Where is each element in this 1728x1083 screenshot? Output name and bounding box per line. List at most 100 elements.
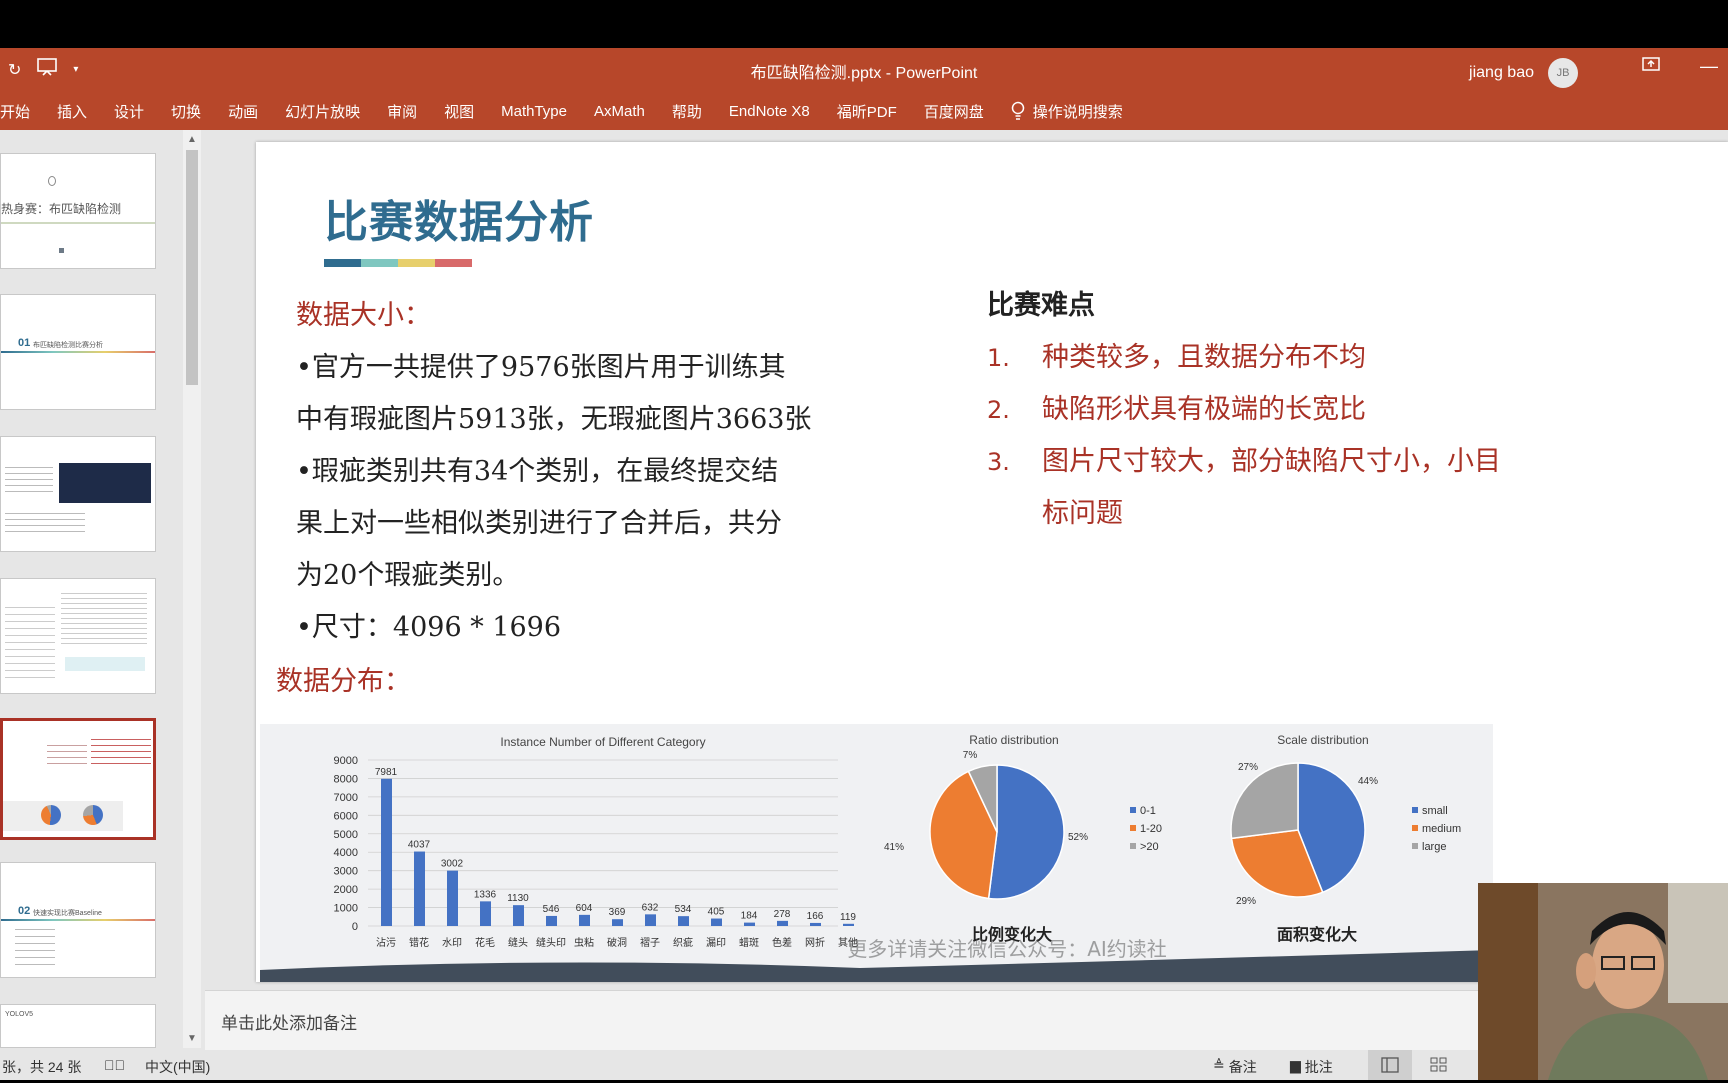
slide-canvas[interactable]: 比赛数据分析 数据大小： •官方一共提供了9576张图片用于训练其 中有瑕疵图片… xyxy=(256,142,1728,982)
difficulty-3-text: 图片尺寸较大，部分缺陷尺寸小，小目 xyxy=(1042,446,1501,477)
scrollbar-thumb[interactable] xyxy=(186,150,198,385)
pie-legend-label: 0-1 xyxy=(1140,805,1156,817)
location-icon xyxy=(48,176,56,186)
slide-sorter-button[interactable] xyxy=(1424,1050,1454,1083)
slide-count: 张，共 24 张 xyxy=(2,1059,82,1075)
tab-foxit-pdf[interactable]: 福昕PDF xyxy=(837,101,897,122)
pie-legend-label: large xyxy=(1422,841,1446,853)
slide-thumbnail-6[interactable]: 02 快速实现比赛Baseline xyxy=(0,862,156,978)
bar-y-tick-label: 2000 xyxy=(334,884,358,896)
window-controls: — xyxy=(1642,56,1718,77)
tab-review[interactable]: 审阅 xyxy=(387,101,417,122)
difficulty-heading: 比赛难点 xyxy=(987,290,1095,321)
bar-data-label: 604 xyxy=(576,903,593,914)
tab-transitions[interactable]: 切换 xyxy=(171,101,201,122)
bar-data-label: 369 xyxy=(609,907,626,918)
thumb-title: YOLOV5 xyxy=(5,1011,34,1018)
bar-category-label: 褶子 xyxy=(640,936,660,949)
data-size-line-1: •官方一共提供了9576张图片用于训练其 xyxy=(296,352,786,383)
scroll-down-icon[interactable]: ▼ xyxy=(187,1033,197,1044)
tab-animations[interactable]: 动画 xyxy=(228,101,258,122)
bar-category-label: 水印 xyxy=(442,937,462,949)
bar-y-tick-label: 6000 xyxy=(334,810,358,822)
bar-category-label: 色差 xyxy=(772,936,792,949)
pie-title: Scale distribution xyxy=(1277,733,1368,747)
scroll-up-icon[interactable]: ▲ xyxy=(187,134,197,145)
slide-thumbnail-7[interactable]: YOLOV5 xyxy=(0,1004,156,1048)
tab-insert[interactable]: 插入 xyxy=(57,101,87,122)
pie-legend-label: small xyxy=(1422,805,1448,817)
bar-category-label: 蜡斑 xyxy=(739,936,759,949)
notes-button-label: 备注 xyxy=(1228,1059,1257,1075)
thumbnail-scrollbar[interactable]: ▲ ▼ xyxy=(183,130,201,1048)
pie-legend-label: medium xyxy=(1422,823,1461,835)
comments-button-label: 批注 xyxy=(1304,1059,1333,1075)
pie-slice xyxy=(987,764,1065,900)
pie-legend-label: >20 xyxy=(1140,841,1159,853)
slide-thumbnail-pane: 热身赛：布匹缺陷检测 01 布匹缺陷检测比赛分析 02 快速实现比赛Baseli… xyxy=(0,130,205,1050)
difficulty-2-number: 2. xyxy=(987,396,1010,424)
ribbon-display-options-icon[interactable] xyxy=(1642,56,1660,77)
data-distribution-chart-image: Instance Number of Different Category 0 10… xyxy=(260,724,1493,982)
avatar[interactable]: JB xyxy=(1548,58,1578,88)
bar-y-tick-label: 7000 xyxy=(334,792,358,804)
slide-thumbnail-2[interactable]: 01 布匹缺陷检测比赛分析 xyxy=(0,294,156,410)
tab-slideshow[interactable]: 幻灯片放映 xyxy=(285,101,360,122)
slide-thumbnail-3[interactable] xyxy=(0,436,156,552)
data-size-line-2: 中有瑕疵图片5913张，无瑕疵图片3663张 xyxy=(296,404,812,435)
categories-line-3: 为20个瑕疵类别。 xyxy=(296,560,520,591)
bar-data-label: 534 xyxy=(675,904,692,915)
minimize-icon[interactable]: — xyxy=(1700,56,1718,77)
ribbon-tabs: 开始 插入 设计 切换 动画 幻灯片放映 审阅 视图 MathType AxMa… xyxy=(0,92,1728,130)
bar-data-label: 1130 xyxy=(507,893,529,904)
tab-axmath[interactable]: AxMath xyxy=(594,103,645,120)
bar-category-label: 错花 xyxy=(409,936,429,949)
pie-data-label: 27% xyxy=(1238,762,1258,773)
bar-data-label: 405 xyxy=(708,907,725,918)
tab-baidu-netdisk[interactable]: 百度网盘 xyxy=(924,101,984,122)
bar-y-tick-label: 8000 xyxy=(334,773,358,785)
thumb-section-number: 01 xyxy=(18,337,31,349)
bar-data-label: 184 xyxy=(741,911,758,922)
bar-data-label: 166 xyxy=(807,911,824,922)
tell-me-label: 操作说明搜索 xyxy=(1032,103,1123,121)
tell-me-search[interactable]: 操作说明搜索 xyxy=(1011,101,1123,122)
bar-category-label: 破洞 xyxy=(607,936,627,949)
comments-button[interactable]: ▆ 批注 xyxy=(1290,1057,1333,1077)
difficulty-3-number: 3. xyxy=(987,448,1010,476)
bar-mark xyxy=(744,922,755,926)
tab-home[interactable]: 开始 xyxy=(0,101,30,122)
tab-view[interactable]: 视图 xyxy=(444,101,474,122)
slide-thumbnail-4[interactable] xyxy=(0,578,156,694)
tab-endnote[interactable]: EndNote X8 xyxy=(729,103,810,120)
bar-mark xyxy=(810,922,821,926)
notes-button[interactable]: ≜ 备注 xyxy=(1213,1057,1257,1077)
notes-placeholder[interactable]: 单击此处添加备注 xyxy=(221,1009,357,1034)
thumb-text-lines xyxy=(5,467,53,497)
thumb-chart xyxy=(3,801,123,831)
title-underline-segment xyxy=(398,259,435,267)
bar-mark xyxy=(447,870,458,926)
difficulty-1-number: 1. xyxy=(987,344,1010,372)
slide-thumbnail-1[interactable]: 热身赛：布匹缺陷检测 xyxy=(0,153,156,269)
bar-data-label: 4037 xyxy=(408,840,431,851)
bar-mark xyxy=(678,916,689,926)
user-name: jiang bao xyxy=(1469,64,1534,81)
user-account[interactable]: jiang bao JB xyxy=(1469,58,1578,88)
thumb-image xyxy=(65,657,145,671)
thumb-title: 热身赛：布匹缺陷检测 xyxy=(1,202,122,216)
normal-view-button[interactable] xyxy=(1368,1050,1412,1080)
difficulty-1-text: 种类较多，且数据分布不均 xyxy=(1042,342,1366,373)
tab-mathtype[interactable]: MathType xyxy=(501,103,567,120)
powerpoint-window: ↻ ▾ 布匹缺陷检测.pptx - PowerPoint jiang bao J… xyxy=(0,0,1728,1080)
accessibility-icon[interactable]: ▯⃫ xyxy=(104,1057,125,1073)
bar-data-label: 3002 xyxy=(441,859,464,870)
pie-data-label: 7% xyxy=(963,750,978,761)
slide-thumbnail-5-selected[interactable] xyxy=(0,718,156,840)
pie-legend-swatch xyxy=(1130,807,1136,813)
normal-view-icon xyxy=(1381,1057,1399,1073)
bar-category-label: 花毛 xyxy=(475,936,495,949)
tab-design[interactable]: 设计 xyxy=(114,101,144,122)
language-indicator[interactable]: 中文(中国) xyxy=(145,1057,210,1077)
tab-help[interactable]: 帮助 xyxy=(672,101,702,122)
